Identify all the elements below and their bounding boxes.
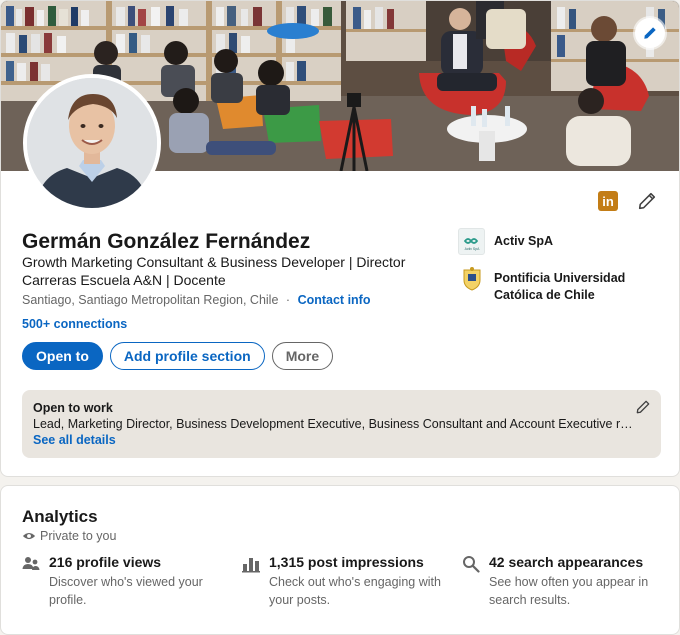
- contact-info-link[interactable]: Contact info: [298, 293, 371, 307]
- location-text: Santiago, Santiago Metropolitan Region, …: [22, 293, 279, 307]
- open-to-work-roles: Lead, Marketing Director, Business Devel…: [33, 417, 633, 431]
- analytics-title: Analytics: [22, 507, 98, 526]
- open-to-button[interactable]: Open to: [22, 342, 103, 370]
- profile-headline: Growth Marketing Consultant & Business D…: [22, 254, 406, 288]
- experience-item-puc[interactable]: Pontificia Universidad Católica de Chile: [458, 265, 668, 304]
- analytics-metric: 42 search appearances: [489, 554, 644, 570]
- edit-open-to-work-pencil-icon[interactable]: [636, 400, 650, 414]
- analytics-visibility: Private to you: [22, 529, 116, 543]
- experience-name: Pontificia Universidad Católica de Chile: [494, 271, 626, 302]
- profile-photo-illustration: [27, 78, 157, 208]
- people-icon: [22, 557, 40, 570]
- profile-card: in Germán González Fernández Growth Mark…: [0, 0, 680, 477]
- analytics-metric: 216 profile views: [49, 554, 162, 570]
- add-profile-section-button[interactable]: Add profile section: [109, 342, 265, 370]
- analytics-description: Check out who's engaging with your posts…: [269, 575, 441, 607]
- edit-intro-pencil-icon[interactable]: [638, 192, 656, 210]
- experience-summary: Activ SpA Activ SpA Pontificia Universid…: [458, 228, 668, 314]
- open-to-work-card[interactable]: Open to work Lead, Marketing Director, B…: [22, 390, 661, 458]
- eye-icon: [22, 532, 36, 540]
- experience-name: Activ SpA: [494, 234, 554, 248]
- more-button[interactable]: More: [271, 342, 334, 370]
- location-separator: ·: [285, 293, 291, 307]
- search-icon: [463, 556, 480, 573]
- pencil-icon: [644, 27, 656, 39]
- analytics-search-appearances[interactable]: 42 search appearances See how often you …: [462, 554, 662, 609]
- analytics-profile-views[interactable]: 216 profile views Discover who's viewed …: [22, 554, 242, 609]
- analytics-visibility-text: Private to you: [40, 529, 117, 543]
- experience-item-activ[interactable]: Activ SpA Activ SpA: [458, 228, 668, 255]
- profile-name: Germán González Fernández: [22, 230, 311, 253]
- see-all-details-link[interactable]: See all details: [33, 433, 650, 447]
- location-line: Santiago, Santiago Metropolitan Region, …: [22, 293, 370, 307]
- activ-logo-text: Activ SpA: [464, 247, 479, 251]
- analytics-description: Discover who's viewed your profile.: [49, 575, 203, 607]
- analytics-post-impressions[interactable]: 1,315 post impressions Check out who's e…: [242, 554, 462, 609]
- open-to-work-title: Open to work: [33, 401, 113, 415]
- puc-logo: [458, 265, 485, 292]
- profile-actions: Open to Add profile section More: [22, 342, 334, 370]
- connections-link[interactable]: 500+ connections: [22, 317, 127, 331]
- profile-top-icons: in: [598, 191, 656, 211]
- activ-logo-icon: Activ SpA: [463, 237, 480, 251]
- university-crest-icon: [463, 266, 480, 291]
- profile-photo[interactable]: [23, 74, 161, 212]
- bar-chart-icon: [242, 558, 260, 573]
- analytics-card: Analytics Private to you 216 profile vie…: [0, 485, 680, 635]
- linkedin-badge-icon[interactable]: in: [598, 191, 618, 211]
- activ-spa-logo: Activ SpA: [458, 228, 485, 255]
- edit-cover-button[interactable]: [635, 18, 665, 48]
- analytics-description: See how often you appear in search resul…: [489, 575, 649, 607]
- analytics-metric: 1,315 post impressions: [269, 554, 424, 570]
- analytics-grid: 216 profile views Discover who's viewed …: [22, 554, 662, 609]
